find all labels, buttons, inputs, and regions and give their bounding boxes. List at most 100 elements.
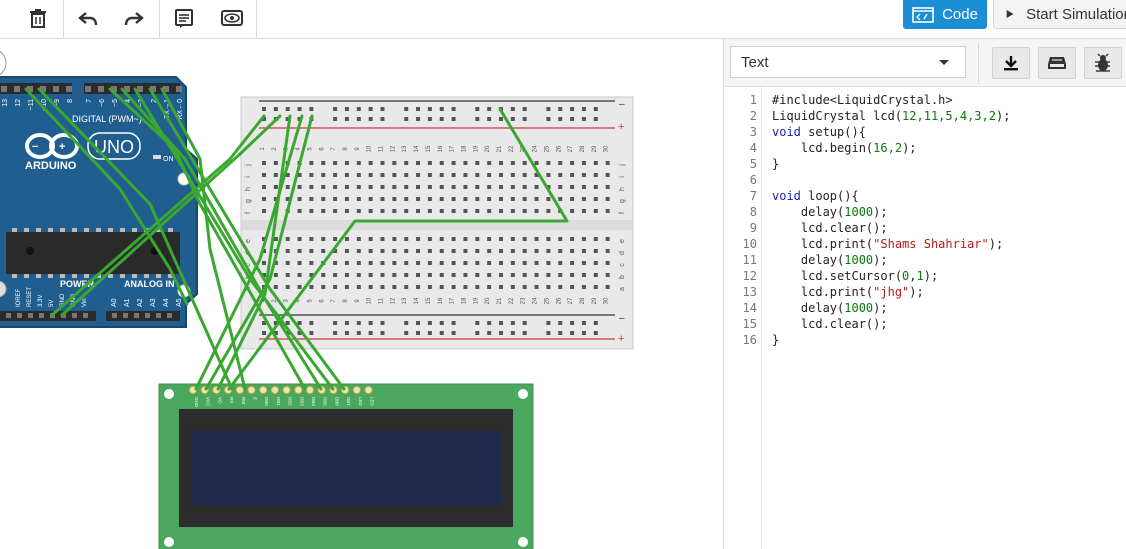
analog-pin[interactable] xyxy=(134,313,139,318)
breadboard-hole[interactable] xyxy=(558,117,563,121)
breadboard-hole[interactable] xyxy=(558,285,563,289)
breadboard-hole[interactable] xyxy=(404,331,409,335)
breadboard-hole[interactable] xyxy=(404,197,409,201)
breadboard-hole[interactable] xyxy=(297,249,302,253)
breadboard-hole[interactable] xyxy=(262,261,266,265)
breadboard-hole[interactable] xyxy=(368,161,373,165)
breadboard-hole[interactable] xyxy=(262,331,266,335)
breadboard-hole[interactable] xyxy=(380,117,385,121)
breadboard-hole[interactable] xyxy=(368,173,373,177)
breadboard-hole[interactable] xyxy=(546,331,551,335)
analog-pin[interactable] xyxy=(145,313,150,318)
breadboard-hole[interactable] xyxy=(309,321,314,325)
digital-pin[interactable] xyxy=(85,86,91,92)
breadboard-hole[interactable] xyxy=(439,273,444,277)
breadboard-hole[interactable] xyxy=(499,249,503,253)
breadboard-hole[interactable] xyxy=(333,173,338,177)
notes-button[interactable] xyxy=(168,0,200,38)
breadboard-hole[interactable] xyxy=(416,321,421,325)
breadboard-hole[interactable] xyxy=(416,285,421,289)
breadboard-hole[interactable] xyxy=(581,331,586,335)
breadboard-hole[interactable] xyxy=(510,249,515,253)
breadboard-hole[interactable] xyxy=(309,249,314,253)
breadboard-hole[interactable] xyxy=(463,261,468,265)
breadboard-hole[interactable] xyxy=(451,261,456,265)
breadboard-hole[interactable] xyxy=(356,107,361,111)
breadboard-hole[interactable] xyxy=(451,249,456,253)
breadboard-hole[interactable] xyxy=(475,107,480,111)
power-pin[interactable] xyxy=(28,313,33,318)
breadboard-hole[interactable] xyxy=(380,285,385,289)
delete-button[interactable] xyxy=(22,0,54,38)
code-text[interactable]: #include<LiquidCrystal.h> LiquidCrystal … xyxy=(772,92,1010,348)
breadboard-hole[interactable] xyxy=(487,249,492,253)
breadboard-hole[interactable] xyxy=(463,161,468,165)
breadboard-hole[interactable] xyxy=(463,197,468,201)
breadboard-hole[interactable] xyxy=(439,117,444,121)
analog-pin[interactable] xyxy=(123,313,128,318)
breadboard-hole[interactable] xyxy=(487,331,492,335)
power-pin[interactable] xyxy=(17,313,22,318)
breadboard-hole[interactable] xyxy=(356,249,361,253)
breadboard-hole[interactable] xyxy=(344,285,349,289)
breadboard-hole[interactable] xyxy=(356,117,361,121)
breadboard-hole[interactable] xyxy=(605,173,610,177)
breadboard-hole[interactable] xyxy=(273,107,278,111)
breadboard-hole[interactable] xyxy=(570,161,575,165)
lcd-pin[interactable] xyxy=(294,386,303,394)
breadboard-hole[interactable] xyxy=(570,185,575,189)
breadboard-hole[interactable] xyxy=(404,285,409,289)
breadboard-hole[interactable] xyxy=(392,285,397,289)
breadboard-hole[interactable] xyxy=(321,273,326,277)
breadboard-hole[interactable] xyxy=(344,197,349,201)
lcd-pin[interactable] xyxy=(235,386,244,394)
lcd-pin[interactable] xyxy=(259,386,268,394)
breadboard-hole[interactable] xyxy=(581,185,586,189)
breadboard-hole[interactable] xyxy=(404,261,409,265)
breadboard-hole[interactable] xyxy=(558,161,563,165)
breadboard-hole[interactable] xyxy=(368,249,373,253)
breadboard-hole[interactable] xyxy=(522,209,527,213)
breadboard-hole[interactable] xyxy=(333,237,338,241)
digital-pin[interactable] xyxy=(53,86,59,92)
breadboard-hole[interactable] xyxy=(285,261,290,265)
breadboard-hole[interactable] xyxy=(534,209,539,213)
breadboard-hole[interactable] xyxy=(285,249,290,253)
breadboard-hole[interactable] xyxy=(427,107,432,111)
breadboard-hole[interactable] xyxy=(309,107,314,111)
breadboard-hole[interactable] xyxy=(605,161,610,165)
debugger-button[interactable] xyxy=(1084,47,1122,79)
breadboard-hole[interactable] xyxy=(593,285,598,289)
breadboard-hole[interactable] xyxy=(487,197,492,201)
breadboard-hole[interactable] xyxy=(368,117,373,121)
breadboard-hole[interactable] xyxy=(297,185,302,189)
breadboard-hole[interactable] xyxy=(510,331,515,335)
lcd-pin[interactable] xyxy=(364,386,373,394)
breadboard-hole[interactable] xyxy=(593,161,598,165)
breadboard-hole[interactable] xyxy=(546,197,551,201)
breadboard-hole[interactable] xyxy=(593,321,598,325)
editor-mode-select[interactable]: Text xyxy=(730,46,966,78)
breadboard-hole[interactable] xyxy=(321,185,326,189)
breadboard-hole[interactable] xyxy=(510,185,515,189)
breadboard-hole[interactable] xyxy=(344,261,349,265)
breadboard-hole[interactable] xyxy=(487,285,492,289)
breadboard-hole[interactable] xyxy=(546,273,551,277)
breadboard-hole[interactable] xyxy=(570,237,575,241)
breadboard-hole[interactable] xyxy=(262,185,266,189)
breadboard-hole[interactable] xyxy=(581,209,586,213)
breadboard-hole[interactable] xyxy=(368,209,373,213)
breadboard-hole[interactable] xyxy=(522,321,527,325)
breadboard-hole[interactable] xyxy=(487,261,492,265)
breadboard-hole[interactable] xyxy=(439,209,444,213)
breadboard-hole[interactable] xyxy=(380,173,385,177)
breadboard-hole[interactable] xyxy=(499,185,503,189)
breadboard-hole[interactable] xyxy=(463,209,468,213)
breadboard-hole[interactable] xyxy=(356,321,361,325)
breadboard-hole[interactable] xyxy=(333,331,338,335)
breadboard-hole[interactable] xyxy=(344,209,349,213)
breadboard-hole[interactable] xyxy=(309,237,314,241)
breadboard-hole[interactable] xyxy=(546,209,551,213)
breadboard-hole[interactable] xyxy=(451,321,456,325)
breadboard-hole[interactable] xyxy=(380,331,385,335)
